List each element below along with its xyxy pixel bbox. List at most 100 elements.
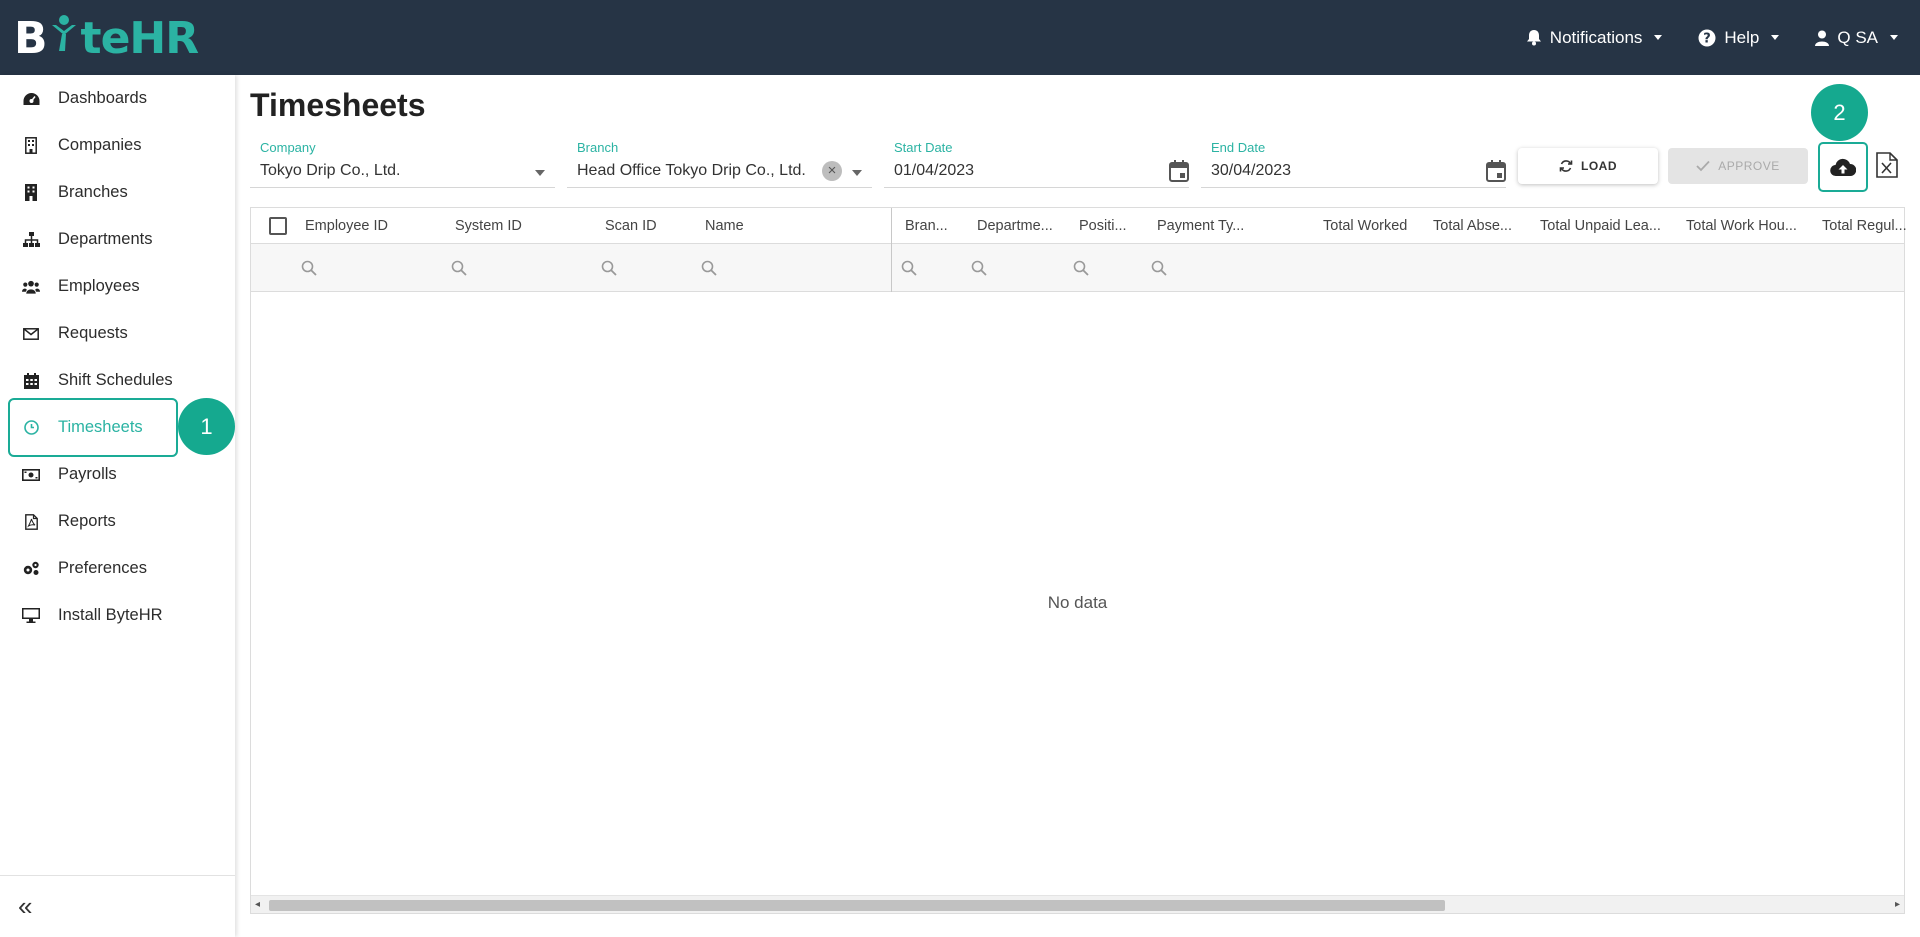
branch-value: Head Office Tokyo Drip Co., Ltd. [577, 162, 806, 179]
help-dropdown[interactable]: ? Help [1698, 28, 1780, 48]
question-circle-icon: ? [1698, 29, 1716, 46]
search-icon[interactable] [701, 260, 717, 276]
scrollbar-thumb[interactable] [269, 900, 1445, 911]
upload-button[interactable] [1818, 142, 1868, 192]
sidebar-item-companies[interactable]: Companies [0, 122, 235, 169]
users-icon [22, 278, 40, 296]
search-icon[interactable] [971, 260, 987, 276]
approve-button[interactable]: APPROVE [1668, 148, 1808, 184]
start-date-value: 01/04/2023 [894, 162, 975, 179]
annotation-highlight-timesheets [8, 398, 178, 457]
column-header-scan-id[interactable]: Scan ID [605, 208, 657, 244]
sidebar-item-dashboards[interactable]: Dashboards [0, 75, 235, 122]
sidebar-item-departments[interactable]: Departments [0, 216, 235, 263]
branch-label: Branch [577, 140, 619, 155]
bytehr-logo[interactable]: B te HR [14, 12, 199, 64]
sidebar-item-branches[interactable]: Branches [0, 169, 235, 216]
column-header-total-worked[interactable]: Total Worked [1323, 208, 1407, 244]
sidebar-item-reports[interactable]: Reports [0, 498, 235, 545]
search-icon[interactable] [901, 260, 917, 276]
export-excel-icon[interactable] [1876, 152, 1898, 180]
sidebar-item-label: Dashboards [58, 89, 147, 107]
empty-state-text: No data [1047, 593, 1108, 612]
sidebar-item-payrolls[interactable]: Payrolls [0, 451, 235, 498]
sidebar-item-employees[interactable]: Employees [0, 263, 235, 310]
calendar-icon[interactable] [1169, 160, 1189, 182]
column-header-payment-type[interactable]: Payment Ty... [1157, 208, 1244, 244]
dropdown-arrow-icon[interactable] [535, 170, 545, 176]
money-icon [22, 466, 40, 484]
approve-button-label: APPROVE [1718, 159, 1780, 173]
calendar-icon[interactable] [1486, 160, 1506, 182]
search-icon[interactable] [601, 260, 617, 276]
sidebar-item-label: Requests [58, 324, 128, 342]
company-value: Tokyo Drip Co., Ltd. [260, 162, 401, 179]
end-date-label: End Date [1211, 140, 1266, 155]
envelope-icon [22, 325, 40, 343]
pdf-file-icon [22, 513, 40, 531]
search-icon[interactable] [1073, 260, 1089, 276]
sidebar: Dashboards Companies Branches Department… [0, 75, 235, 937]
office-building-icon [22, 184, 40, 202]
column-header-system-id[interactable]: System ID [455, 208, 522, 244]
search-icon[interactable] [1151, 260, 1167, 276]
user-menu-dropdown[interactable]: Q SA [1815, 28, 1898, 48]
logo-te: te [80, 12, 131, 64]
sidebar-item-label: Payrolls [58, 465, 117, 483]
notifications-dropdown[interactable]: Notifications [1526, 28, 1663, 48]
user-icon [1815, 30, 1830, 46]
timesheet-grid: Employee ID System ID Scan ID Name Bran.… [250, 207, 1907, 914]
column-header-department[interactable]: Departme... [977, 208, 1053, 244]
sidebar-item-preferences[interactable]: Preferences [0, 545, 235, 592]
column-header-total-work-hours[interactable]: Total Work Hou... [1686, 208, 1797, 244]
refresh-icon [1559, 160, 1573, 172]
collapse-sidebar-icon[interactable]: « [18, 893, 32, 919]
sidebar-item-label: Preferences [58, 559, 147, 577]
branch-select[interactable]: Branch Head Office Tokyo Drip Co., Ltd. … [567, 140, 872, 188]
select-all-checkbox[interactable] [269, 217, 287, 235]
grid-filter-row [251, 244, 1904, 292]
sidebar-item-label: Companies [58, 136, 142, 154]
column-header-name[interactable]: Name [705, 208, 744, 244]
sidebar-item-label: Install ByteHR [58, 606, 163, 624]
gears-icon [22, 560, 40, 578]
sidebar-item-label: Employees [58, 277, 140, 295]
column-header-total-unpaid-leave[interactable]: Total Unpaid Lea... [1540, 208, 1661, 244]
frozen-column-divider [891, 208, 892, 292]
sidebar-item-label: Departments [58, 230, 153, 248]
logo-hr: HR [129, 12, 199, 64]
load-button[interactable]: LOAD [1518, 148, 1658, 184]
sidebar-item-shift-schedules[interactable]: Shift Schedules [0, 357, 235, 404]
page-title: Timesheets [250, 87, 426, 123]
annotation-badge-2: 2 [1811, 84, 1868, 141]
clear-icon[interactable]: × [822, 161, 842, 181]
company-label: Company [260, 140, 316, 155]
column-header-total-regular[interactable]: Total Regul... [1822, 208, 1907, 244]
start-date-label: Start Date [894, 140, 953, 155]
dashboard-icon [22, 90, 40, 108]
search-icon[interactable] [301, 260, 317, 276]
search-icon[interactable] [451, 260, 467, 276]
column-header-total-absent[interactable]: Total Abse... [1433, 208, 1512, 244]
sidebar-item-requests[interactable]: Requests [0, 310, 235, 357]
dropdown-arrow-icon[interactable] [852, 170, 862, 176]
sidebar-item-install-bytehr[interactable]: Install ByteHR [0, 592, 235, 639]
annotation-badge-1: 1 [178, 398, 235, 455]
top-nav-menu: Notifications ? Help Q SA [1526, 0, 1898, 75]
end-date-field[interactable]: End Date 30/04/2023 [1201, 140, 1506, 188]
load-button-label: LOAD [1581, 159, 1617, 173]
svg-text:?: ? [1704, 31, 1712, 46]
user-name-label: Q SA [1837, 27, 1878, 47]
start-date-field[interactable]: Start Date 01/04/2023 [884, 140, 1189, 188]
column-header-employee-id[interactable]: Employee ID [305, 208, 388, 244]
scroll-left-icon[interactable]: ◂ [255, 899, 260, 910]
company-select[interactable]: Company Tokyo Drip Co., Ltd. [250, 140, 555, 188]
bell-icon [1526, 30, 1541, 46]
horizontal-scrollbar[interactable]: ◂ ▸ [251, 895, 1904, 913]
scroll-right-icon[interactable]: ▸ [1895, 899, 1900, 910]
chevron-down-icon [1654, 35, 1663, 40]
notifications-label: Notifications [1549, 27, 1643, 47]
sidebar-item-label: Reports [58, 512, 116, 530]
column-header-branch[interactable]: Bran... [905, 208, 948, 244]
column-header-position[interactable]: Positi... [1079, 208, 1127, 244]
